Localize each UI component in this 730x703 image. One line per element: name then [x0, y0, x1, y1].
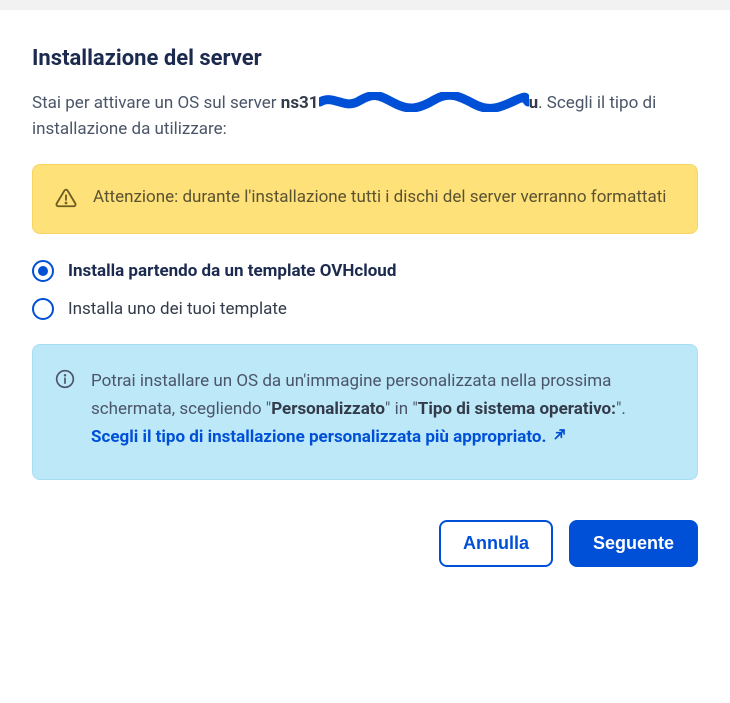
- info-alert: Potrai installare un OS da un'immagine p…: [32, 344, 698, 480]
- info-text: Potrai installare un OS da un'immagine p…: [91, 367, 675, 453]
- info-bold-personalizzato: Personalizzato: [271, 399, 385, 419]
- radio-label: Installa uno dei tuoi template: [68, 299, 287, 319]
- dialog-content: Installazione del server Stai per attiva…: [0, 10, 730, 591]
- page-title: Installazione del server: [32, 46, 698, 71]
- info-link[interactable]: Scegli il tipo di installazione personal…: [91, 427, 566, 447]
- intro-text: Stai per attivare un OS sul server ns31 u…: [32, 91, 698, 142]
- external-link-icon: [550, 425, 566, 453]
- dialog-footer: Annulla Seguente: [32, 520, 698, 567]
- info-segment: ".: [616, 399, 626, 419]
- redaction-scribble: [319, 92, 529, 112]
- info-link-text: Scegli il tipo di installazione personal…: [91, 427, 546, 447]
- intro-prefix: Stai per attivare un OS sul server: [32, 93, 281, 113]
- info-icon: [55, 367, 75, 393]
- next-button[interactable]: Seguente: [569, 520, 698, 567]
- radio-indicator: [32, 298, 54, 320]
- warning-alert: Attenzione: durante l'installazione tutt…: [32, 164, 698, 234]
- install-type-radio-group: Installa partendo da un template OVHclou…: [32, 260, 698, 320]
- cancel-button[interactable]: Annulla: [439, 520, 553, 567]
- server-name-suffix: u: [529, 93, 539, 113]
- radio-label: Installa partendo da un template OVHclou…: [68, 261, 396, 281]
- radio-option-ovh-template[interactable]: Installa partendo da un template OVHclou…: [32, 260, 698, 282]
- radio-indicator: [32, 260, 54, 282]
- radio-option-own-template[interactable]: Installa uno dei tuoi template: [32, 298, 698, 320]
- info-bold-tipo: Tipo di sistema operativo:: [418, 399, 616, 419]
- top-strip: [0, 0, 730, 10]
- warning-text: Attenzione: durante l'installazione tutt…: [93, 185, 666, 211]
- info-segment: " in ": [385, 399, 418, 419]
- server-name-visible: ns31: [281, 93, 319, 113]
- warning-icon: [55, 185, 77, 213]
